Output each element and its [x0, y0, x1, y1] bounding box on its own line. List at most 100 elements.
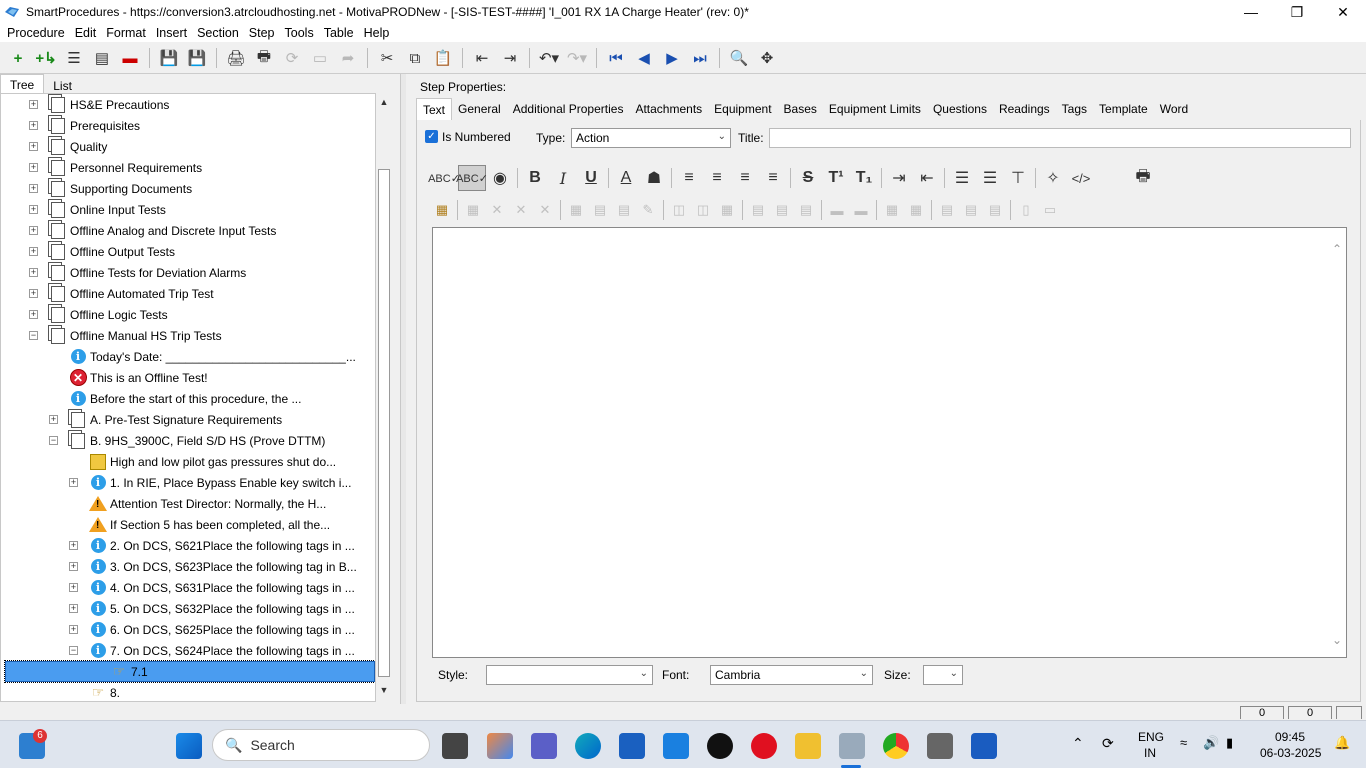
tree-node[interactable]: + i 5. On DCS, S632Place the following tag… — [69, 598, 355, 619]
spellcheck-icon[interactable]: ABC✓ — [428, 165, 460, 191]
menu-tools[interactable]: Tools — [280, 26, 319, 40]
justify-icon[interactable]: ≡ — [759, 165, 787, 191]
horizontal-bar-icon[interactable]: ▭ — [1038, 197, 1062, 223]
expand-icon[interactable]: + — [29, 205, 38, 214]
tree-node[interactable]: + Quality — [29, 136, 107, 157]
tree-node[interactable]: High and low pilot gas pressures shut do… — [69, 451, 336, 472]
font-select[interactable]: Cambria ⌄ — [710, 665, 873, 685]
auto-spellcheck-icon[interactable]: ABC✓ — [456, 165, 488, 191]
tree-node[interactable]: + A. Pre-Test Signature Requirements — [49, 409, 282, 430]
menu-help[interactable]: Help — [359, 26, 395, 40]
smartprocedures-icon[interactable] — [839, 733, 865, 759]
battery-icon[interactable]: ▮ — [1226, 735, 1233, 751]
chevron-up-icon[interactable]: ⌃ — [1332, 242, 1342, 256]
tree-node[interactable]: i Before the start of this procedure, the… — [49, 388, 301, 409]
chevron-down-icon[interactable]: ⌄ — [1332, 633, 1342, 647]
row-height-icon[interactable]: ▬ — [825, 197, 849, 223]
cut-icon[interactable]: ✂ — [373, 45, 401, 71]
expand-icon[interactable]: + — [29, 247, 38, 256]
tree-node[interactable]: + Prerequisites — [29, 115, 140, 136]
align-left-icon[interactable]: ≡ — [675, 165, 703, 191]
next-icon[interactable]: ▶ — [658, 45, 686, 71]
redo-icon[interactable]: ↷▾ — [563, 45, 591, 71]
expand-icon[interactable]: + — [69, 583, 78, 592]
menu-insert[interactable]: Insert — [151, 26, 192, 40]
tab-equipment-limits[interactable]: Equipment Limits — [823, 98, 927, 120]
previous-icon[interactable]: ◀ — [630, 45, 658, 71]
is-numbered-checkbox[interactable]: ✓ — [425, 130, 438, 143]
numbered-list-icon[interactable]: ☰ — [976, 165, 1004, 191]
add-icon[interactable]: + — [4, 45, 32, 71]
step-text-editor[interactable]: ⌃ ⌄ — [432, 227, 1347, 658]
collapse-icon[interactable]: − — [69, 646, 78, 655]
vertical-bar-icon[interactable]: ▯ — [1014, 197, 1038, 223]
expand-icon[interactable]: + — [29, 268, 38, 277]
html-source-icon[interactable]: </> — [1067, 165, 1095, 191]
tree-node[interactable]: ☞ 8. — [69, 682, 120, 701]
expand-icon[interactable]: + — [29, 100, 38, 109]
save-icon[interactable]: 💾 — [183, 45, 211, 71]
scroll-up-icon[interactable]: ▲ — [376, 97, 392, 107]
first-icon[interactable]: ⏮ — [602, 45, 630, 71]
italic-icon[interactable]: I — [549, 165, 577, 191]
store-icon[interactable] — [619, 733, 645, 759]
bullet-list-icon[interactable]: ☰ — [948, 165, 976, 191]
taskbar-search[interactable]: 🔍 Search — [212, 729, 430, 761]
menu-procedure[interactable]: Procedure — [2, 26, 70, 40]
tree-node[interactable]: ! Attention Test Director: Normally, the … — [69, 493, 326, 514]
tree-node[interactable]: + i 3. On DCS, S623Place the following tag… — [69, 556, 357, 577]
move-icon[interactable]: ✥ — [753, 45, 781, 71]
tab-general[interactable]: General — [452, 98, 507, 120]
undo-icon[interactable]: ↶▾ — [535, 45, 563, 71]
tree-node[interactable]: ✕ This is an Offline Test! — [49, 367, 208, 388]
horizontal-line-icon[interactable]: ⊤ — [1004, 165, 1032, 191]
menu-format[interactable]: Format — [101, 26, 151, 40]
tree-node[interactable]: + Offline Output Tests — [29, 241, 175, 262]
cell-properties-icon[interactable]: ▦ — [564, 197, 588, 223]
increase-indent-icon[interactable]: ⇥ — [885, 165, 913, 191]
insert-column-right-icon[interactable]: ◫ — [691, 197, 715, 223]
tree-node[interactable]: ! If Section 5 has been completed, all th… — [69, 514, 330, 535]
tree-node[interactable]: + i 2. On DCS, S621Place the following tag… — [69, 535, 355, 556]
expand-icon[interactable]: + — [69, 562, 78, 571]
strikethrough-icon[interactable]: S — [794, 165, 822, 191]
table-properties-icon[interactable]: ▦ — [461, 197, 485, 223]
tree-node[interactable]: + i 6. On DCS, S625Place the following tag… — [69, 619, 355, 640]
tree-node[interactable]: + Offline Logic Tests — [29, 304, 168, 325]
language-line2[interactable]: IN — [1144, 746, 1156, 760]
tree-node[interactable]: + i 1. In RIE, Place Bypass Enable key swi… — [69, 472, 351, 493]
menu-section[interactable]: Section — [192, 26, 244, 40]
insert-table-icon[interactable]: ▦ — [430, 197, 454, 223]
delete-table-icon[interactable]: ✕ — [485, 197, 509, 223]
opera-icon[interactable] — [751, 733, 777, 759]
collapse-icon[interactable]: − — [49, 436, 58, 445]
copy-icon[interactable]: ⧉ — [401, 45, 429, 71]
menu-table[interactable]: Table — [319, 26, 359, 40]
close-button[interactable]: ✕ — [1320, 0, 1366, 24]
tab-tags[interactable]: Tags — [1056, 98, 1093, 120]
magic-wand-icon[interactable]: ✧ — [1039, 165, 1067, 191]
align-middle-icon[interactable]: ▤ — [959, 197, 983, 223]
style-gallery-icon[interactable]: ◉ — [486, 165, 514, 191]
borders-icon[interactable]: ▦ — [880, 197, 904, 223]
font-color-icon[interactable]: A — [612, 165, 640, 191]
tab-word[interactable]: Word — [1154, 98, 1194, 120]
superscript-icon[interactable]: T¹ — [822, 165, 850, 191]
paste-icon[interactable]: 📋 — [429, 45, 457, 71]
tab-attachments[interactable]: Attachments — [629, 98, 708, 120]
tree-node[interactable]: + Supporting Documents — [29, 178, 192, 199]
split-cells-icon[interactable]: ▤ — [612, 197, 636, 223]
wifi-icon[interactable]: ≈ — [1180, 735, 1187, 750]
remote-app-icon[interactable] — [927, 733, 953, 759]
tab-equipment[interactable]: Equipment — [708, 98, 777, 120]
align-right-icon[interactable]: ≡ — [731, 165, 759, 191]
print-icon[interactable]: 🖶 — [250, 45, 278, 71]
word-icon[interactable] — [971, 733, 997, 759]
tree-node[interactable]: + i 4. On DCS, S631Place the following tag… — [69, 577, 355, 598]
tab-bases[interactable]: Bases — [778, 98, 823, 120]
outdent-icon[interactable]: ⇤ — [468, 45, 496, 71]
delete-row-icon[interactable]: ✕ — [509, 197, 533, 223]
tab-readings[interactable]: Readings — [993, 98, 1056, 120]
sync-icon[interactable]: ⟳ — [1102, 735, 1114, 752]
expand-icon[interactable]: + — [69, 478, 78, 487]
